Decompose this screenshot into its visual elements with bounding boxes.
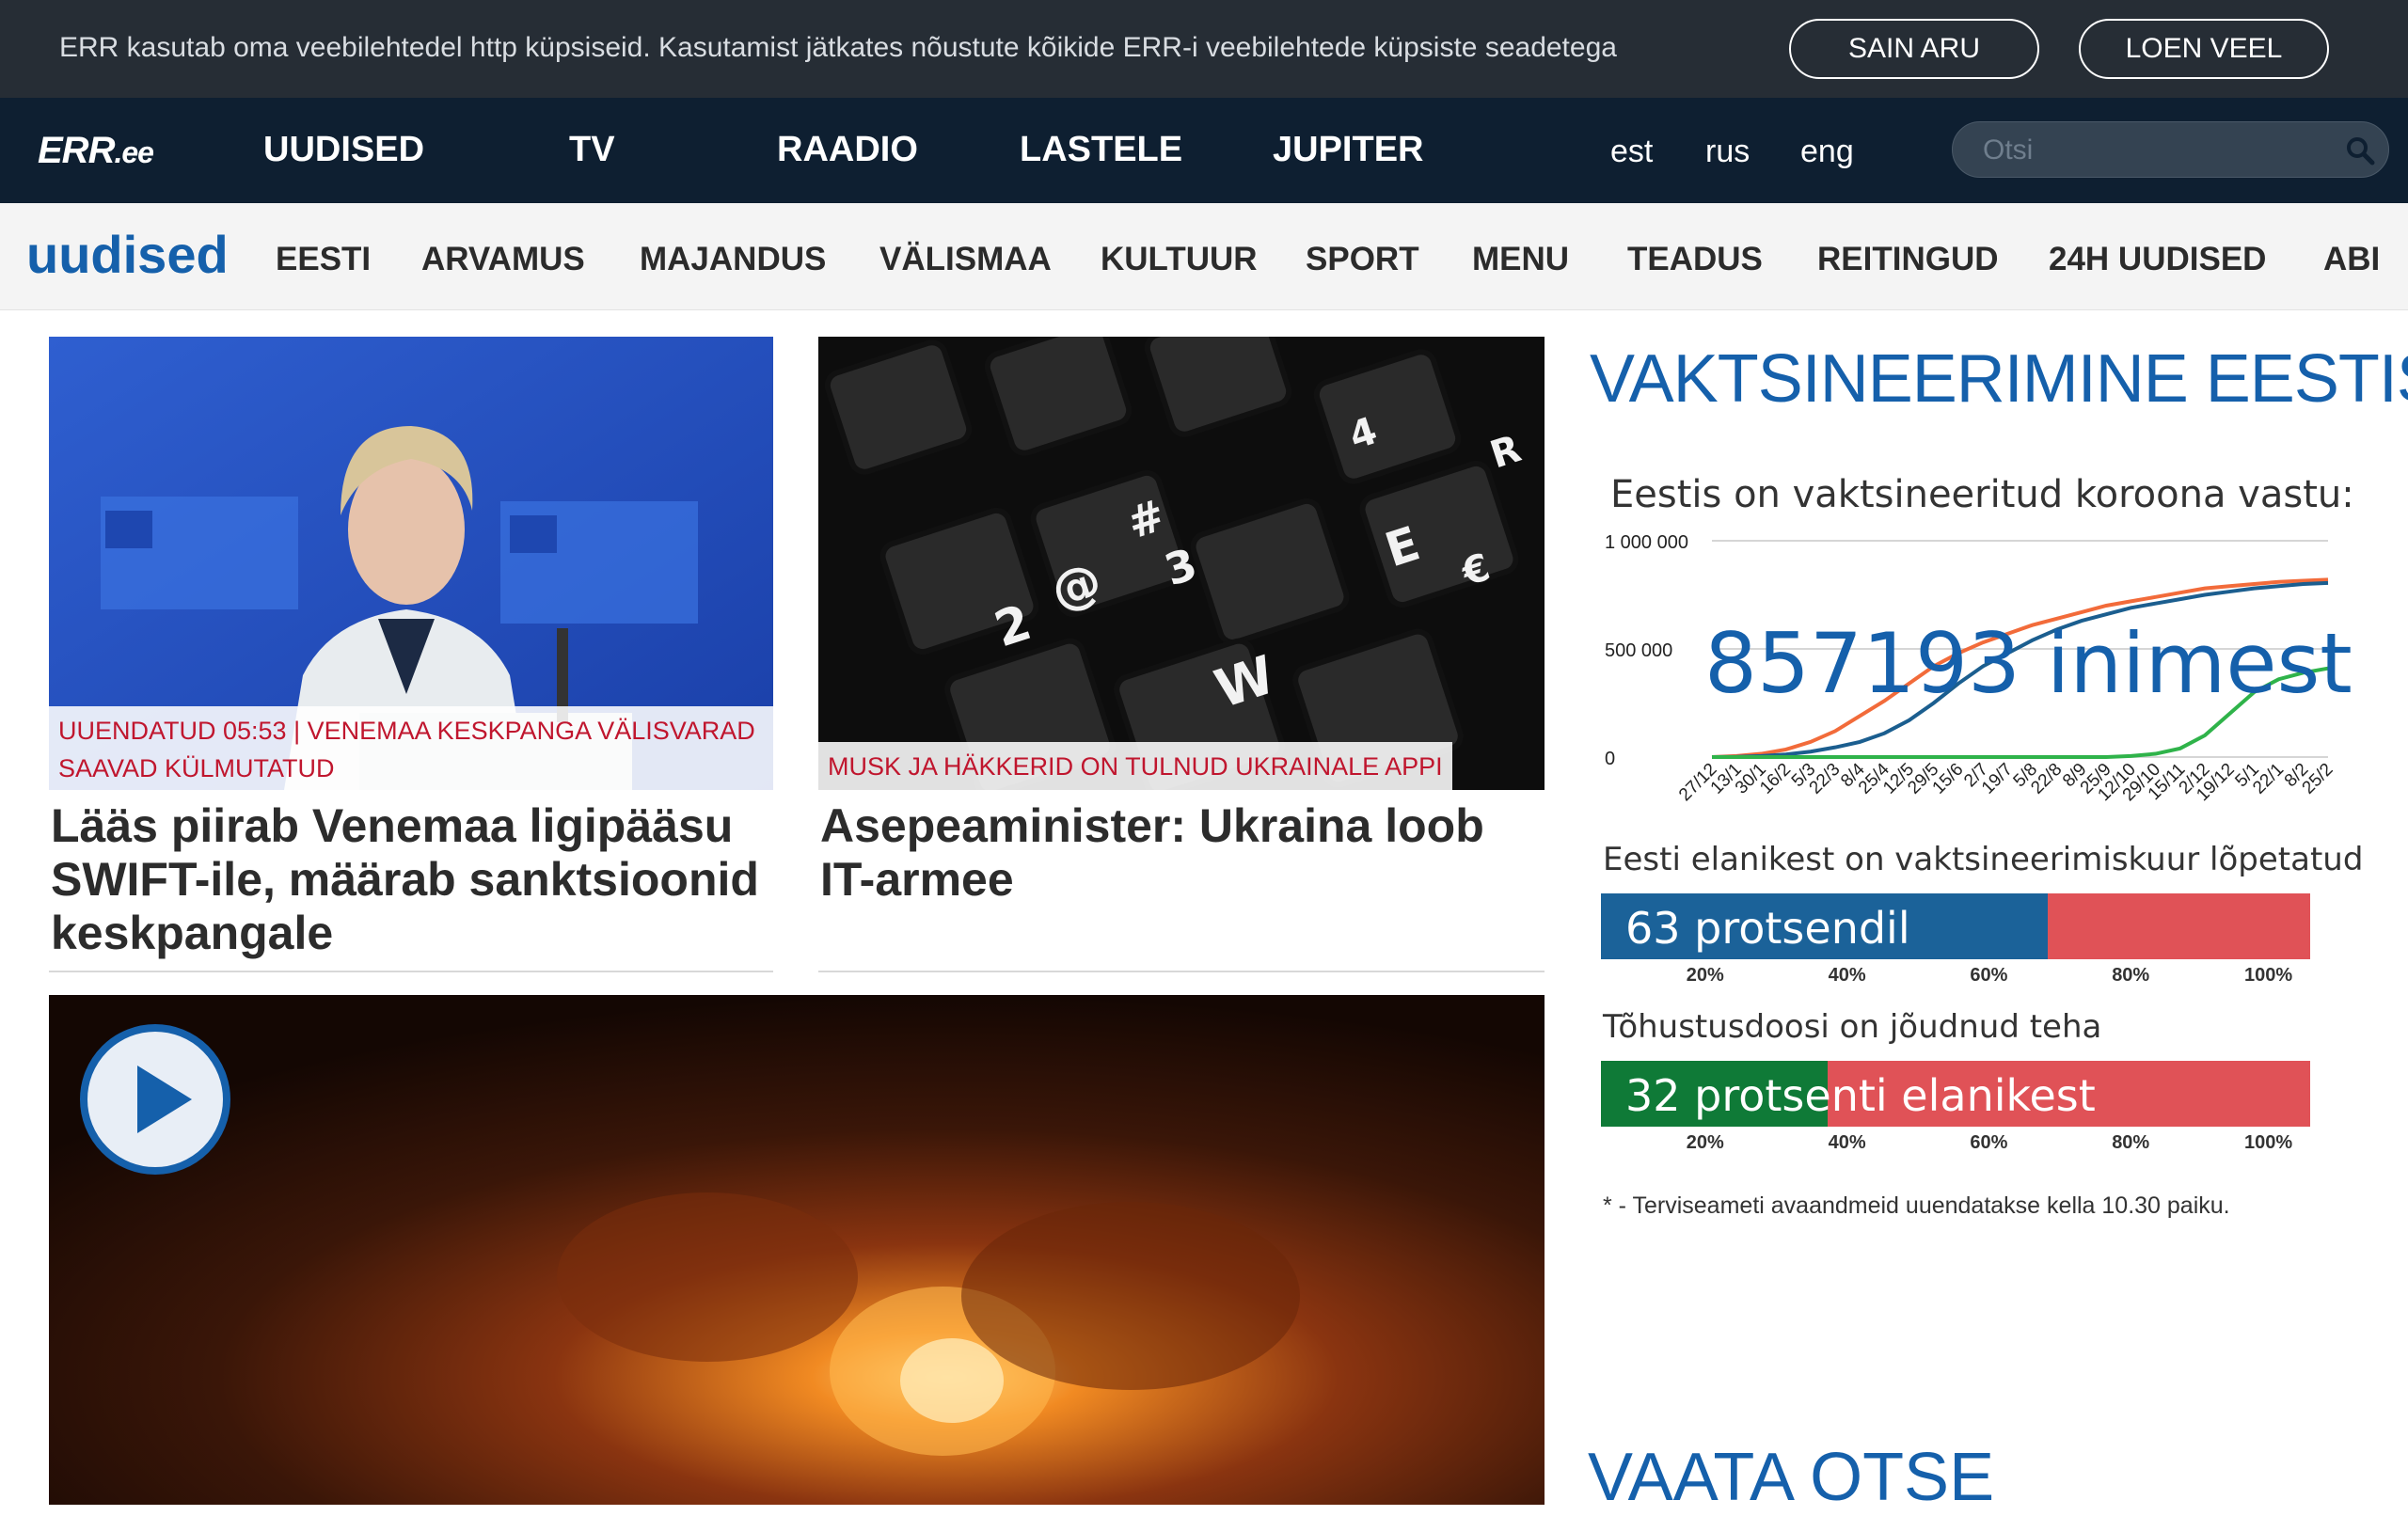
nav-lastele[interactable]: LASTELE [1020,130,1182,170]
article-divider [49,971,773,972]
article-tag[interactable]: Musk ja häkkerid on tulnud Ukrainale app… [818,742,1452,791]
err-logo[interactable]: ERR.ee [38,130,154,172]
vaccinated-count-overlay: 857193 inimest [1704,615,2353,712]
top-navigation: ERR.ee UUDISED TV RAADIO LASTELE JUPITER… [0,98,2408,203]
subnav-sport[interactable]: SPORT [1306,241,1419,278]
subnav-kultuur[interactable]: KULTUUR [1101,241,1258,278]
course-label: Eesti elanikest on vaktsineerimiskuur lõ… [1603,841,2364,878]
bar-tick-label: 60% [1970,1132,2008,1153]
bar-tick-label: 20% [1686,965,1724,986]
bar-tick-label: 100% [2244,965,2293,986]
play-icon[interactable] [79,1023,231,1176]
course-progress-bar: 63 protsendil [1601,893,2310,959]
y-tick-label: 0 [1605,749,1615,769]
subnav-arvamus[interactable]: ARVAMUS [421,241,585,278]
booster-axis: 20% 40% 60% 80% 100% [1601,1129,2310,1162]
article-title[interactable]: Lääs piirab Venemaa ligipääsu SWIFT-ile,… [51,799,766,960]
article-card[interactable]: Uuendatud 05:53 | Venemaa keskpanga väli… [49,337,773,976]
logo-suffix: .ee [114,135,153,169]
bar-tick-label: 20% [1686,1132,1724,1153]
logo-text: ERR [38,130,115,171]
vaccinated-unit: inimest [2046,615,2353,712]
video-thumbnail [49,995,1545,1505]
subnav-24h-uudised[interactable]: 24H UUDISED [2049,241,2266,278]
course-axis: 20% 40% 60% 80% 100% [1601,961,2310,995]
subnav-valismaa[interactable]: VÄLISMAA [879,241,1052,278]
cookie-more-button[interactable]: LOEN VEEL [2079,19,2329,79]
cookie-accept-button[interactable]: SAIN ARU [1789,19,2039,79]
nav-raadio[interactable]: RAADIO [777,130,918,170]
cookie-banner: ERR kasutab oma veebilehtedel http küpsi… [0,0,2408,98]
course-percent: 63 protsendil [1625,903,1910,954]
bar-tick-label: 60% [1970,965,2008,986]
bar-tick-label: 100% [2244,1132,2293,1153]
vaccinated-count: 857193 [1704,615,2020,712]
subnav-majandus[interactable]: MAJANDUS [640,241,826,278]
vaccinated-label: Eestis on vaktsineeritud koroona vastu: [1610,473,2354,516]
subnav-menu[interactable]: MENU [1472,241,1569,278]
search-input[interactable] [1981,132,2320,169]
y-tick-label: 1 000 000 [1605,532,1688,553]
article-tag[interactable]: Uuendatud 05:53 | Venemaa keskpanga väli… [49,706,773,793]
nav-tv[interactable]: TV [569,130,615,170]
x-tick-label: 25/2 [2299,760,2337,798]
cookie-text: ERR kasutab oma veebilehtedel http küpsi… [59,32,1617,63]
subnav-eesti[interactable]: EESTI [276,241,371,278]
section-navigation: uudised EESTI ARVAMUS MAJANDUS VÄLISMAA … [0,203,2408,310]
vaccination-title[interactable]: VAKTSINEERIMINE EESTIS [1590,340,2408,418]
article-card[interactable]: # 3 2 @ W E € 4 R Musk ja häkkerid on tu… [818,337,1545,976]
nav-uudised[interactable]: UUDISED [263,130,424,170]
article-divider [818,971,1545,972]
lang-est[interactable]: est [1610,134,1653,170]
subnav-abi[interactable]: ABI [2323,241,2380,278]
booster-label: Tõhustusdoosi on jõudnud teha [1603,1008,2102,1046]
bar-tick-label: 80% [2112,965,2150,986]
subnav-reitingud[interactable]: REITINGUD [1817,241,1999,278]
lang-eng[interactable]: eng [1800,134,1854,170]
bar-tick-label: 40% [1828,965,1866,986]
subnav-teadus[interactable]: TEADUS [1627,241,1763,278]
y-tick-label: 500 000 [1605,640,1672,661]
section-logo[interactable]: uudised [26,224,229,285]
search-box [1952,121,2389,178]
article-image[interactable]: # 3 2 @ W E € 4 R [818,337,1545,790]
search-icon[interactable] [2345,135,2375,166]
bar-tick-label: 40% [1828,1132,1866,1153]
video-player[interactable] [49,995,1545,1505]
booster-progress-bar: 32 protsenti elanikest [1601,1061,2310,1127]
booster-percent: 32 protsenti elanikest [1625,1070,2096,1121]
bar-tick-label: 80% [2112,1132,2150,1153]
article-title[interactable]: Asepeaminister: Ukraina loob IT-armee [820,799,1545,907]
nav-jupiter[interactable]: JUPITER [1273,130,1423,170]
data-note: * - Terviseameti avaandmeid uuendatakse … [1603,1192,2230,1219]
lang-rus[interactable]: rus [1705,134,1750,170]
